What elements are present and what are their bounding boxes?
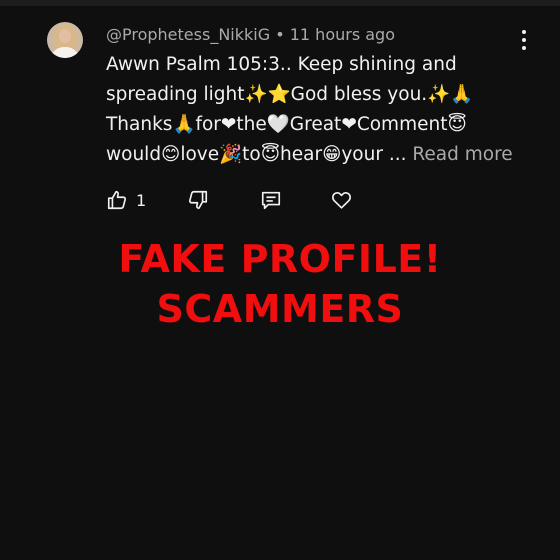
- meta-separator: •: [275, 25, 285, 44]
- avatar-face: [59, 29, 71, 43]
- reply-button[interactable]: [260, 187, 282, 213]
- author-name[interactable]: @Prophetess_NikkiG: [106, 25, 270, 44]
- comment-line: spreading light✨⭐God bless you.✨🙏: [106, 84, 474, 105]
- reply-comment-icon: [261, 191, 281, 210]
- heart-icon: [332, 191, 351, 209]
- heart-button[interactable]: [330, 187, 353, 213]
- dot: [522, 30, 526, 34]
- comment-line: would😊love🎉to😇hear😁your ...: [106, 144, 407, 165]
- comment-line: Thanks🙏for❤the🤍Great❤Comment😇: [106, 114, 467, 135]
- comment-line: Awwn Psalm 105:3.. Keep shining and: [106, 54, 457, 75]
- like-button[interactable]: 1: [106, 187, 146, 213]
- overlay-caption-line1: FAKE PROFILE!: [118, 237, 442, 281]
- comment-card: @Prophetess_NikkiG • 11 hours ago Awwn P…: [0, 0, 560, 220]
- dot: [522, 38, 526, 42]
- overlay-caption-line2: SCAMMERS: [156, 287, 404, 331]
- thumbs-up-icon: [107, 190, 127, 210]
- comment-body: Awwn Psalm 105:3.. Keep shining and spre…: [106, 50, 526, 170]
- like-count: 1: [136, 190, 147, 210]
- thumbs-down-icon: [188, 190, 208, 210]
- dislike-button[interactable]: [187, 187, 209, 213]
- comment-meta: @Prophetess_NikkiG • 11 hours ago: [106, 25, 395, 44]
- read-more-link[interactable]: Read more: [412, 144, 512, 165]
- avatar[interactable]: [47, 22, 83, 58]
- more-options-icon[interactable]: [514, 28, 534, 52]
- comment-time[interactable]: 11 hours ago: [290, 25, 395, 44]
- comment-actions: 1: [0, 184, 560, 216]
- comment-line-last: would😊love🎉to😇hear😁your ... Read more: [106, 140, 526, 170]
